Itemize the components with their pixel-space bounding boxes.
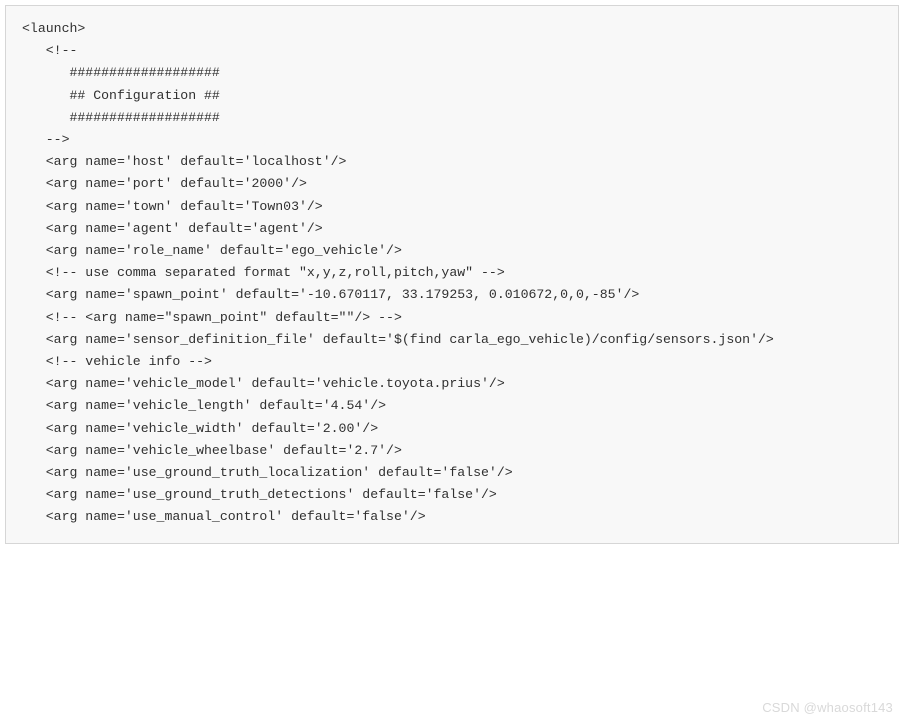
code-line: <!-- (22, 40, 892, 62)
code-line: <arg name='role_name' default='ego_vehic… (22, 240, 892, 262)
code-line: <arg name='use_manual_control' default='… (22, 506, 892, 528)
code-line: <arg name='use_ground_truth_localization… (22, 462, 892, 484)
watermark: CSDN @whaosoft143 (762, 700, 893, 715)
code-line: <arg name='sensor_definition_file' defau… (22, 329, 892, 351)
code-line: <arg name='agent' default='agent'/> (22, 218, 892, 240)
code-line: <launch> (22, 18, 892, 40)
code-line: <arg name='port' default='2000'/> (22, 173, 892, 195)
code-line: <!-- vehicle info --> (22, 351, 892, 373)
code-line: ## Configuration ## (22, 85, 892, 107)
code-block: <launch> <!-- ################### ## Con… (5, 5, 899, 544)
code-line: <!-- <arg name="spawn_point" default=""/… (22, 307, 892, 329)
code-line: <arg name='vehicle_width' default='2.00'… (22, 418, 892, 440)
code-line: <arg name='use_ground_truth_detections' … (22, 484, 892, 506)
code-line: <arg name='town' default='Town03'/> (22, 196, 892, 218)
code-line: ################### (22, 107, 892, 129)
code-line: <arg name='vehicle_wheelbase' default='2… (22, 440, 892, 462)
code-line: --> (22, 129, 892, 151)
code-line: <arg name='spawn_point' default='-10.670… (22, 284, 892, 306)
code-line: <arg name='host' default='localhost'/> (22, 151, 892, 173)
code-line: <arg name='vehicle_length' default='4.54… (22, 395, 892, 417)
code-line: ################### (22, 62, 892, 84)
code-line: <!-- use comma separated format "x,y,z,r… (22, 262, 892, 284)
code-line: <arg name='vehicle_model' default='vehic… (22, 373, 892, 395)
